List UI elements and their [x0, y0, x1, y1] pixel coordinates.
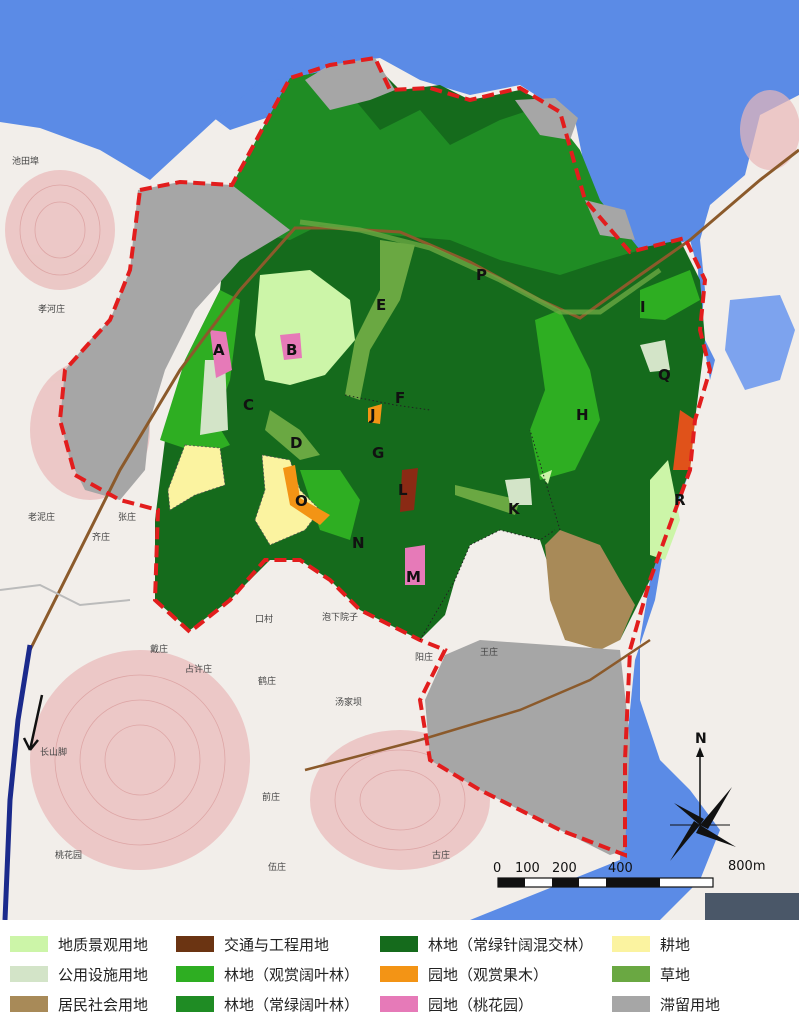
zone-label-n: N: [352, 534, 365, 552]
place-name: 泡下院子: [322, 611, 358, 623]
zone-label-f: F: [395, 389, 405, 407]
scale-label: 200: [552, 861, 577, 876]
zone-label-c: C: [243, 396, 254, 414]
zone-label-l: L: [398, 481, 408, 499]
legend-swatch: [612, 936, 650, 952]
zone-label-g: G: [372, 444, 384, 462]
legend-label: 地质景观用地: [58, 935, 149, 954]
legend-item: 耕地: [612, 932, 690, 956]
zone-label-k: K: [508, 500, 521, 518]
legend-item: 草地: [612, 962, 690, 986]
zone-label-a: A: [213, 341, 225, 359]
legend-swatch: [380, 936, 418, 952]
map-corner-block: [705, 893, 799, 920]
legend-swatch: [176, 936, 214, 952]
zone-label-m: M: [406, 568, 421, 586]
legend-item: 地质景观用地: [10, 932, 148, 956]
zone-label-i: I: [640, 298, 646, 316]
legend-label: 园地（桃花园）: [428, 995, 534, 1014]
legend-label: 林地（常绿针阔混交林）: [428, 935, 594, 954]
zone-label-r: R: [674, 491, 686, 509]
scale-label: 0: [493, 861, 501, 876]
place-name: 孝河庄: [38, 303, 65, 315]
north-label: N: [695, 731, 707, 747]
place-name: 老泥庄: [28, 511, 55, 523]
legend-swatch: [612, 966, 650, 982]
legend-item: 滞留用地: [612, 992, 720, 1016]
place-name: 齐庄: [92, 531, 110, 543]
place-name: 桃花园: [55, 849, 82, 861]
legend-item: 园地（桃花园）: [380, 992, 533, 1016]
legend-label: 草地: [660, 965, 691, 984]
place-name: 占许庄: [185, 663, 212, 675]
legend-label: 园地（观赏果木）: [428, 965, 549, 984]
legend-item: 林地（常绿针阔混交林）: [380, 932, 593, 956]
place-name: 张庄: [118, 511, 136, 523]
legend-label: 居民社会用地: [58, 995, 149, 1014]
zone-label-e: E: [376, 296, 386, 314]
legend-swatch: [10, 996, 48, 1012]
place-name: 戴庄: [150, 643, 168, 655]
legend-item: 公用设施用地: [10, 962, 148, 986]
place-name: 阳庄: [415, 651, 433, 663]
legend-item: 交通与工程用地: [176, 932, 329, 956]
place-name: 古庄: [432, 849, 450, 861]
place-name: 口村: [255, 613, 273, 625]
legend-swatch: [612, 996, 650, 1012]
place-name: 鹤庄: [258, 675, 276, 687]
place-name: 汤家坝: [335, 696, 362, 708]
scale-label: 400: [608, 861, 633, 876]
zone-label-b: B: [286, 341, 297, 359]
legend-swatch: [380, 996, 418, 1012]
zone-label-h: H: [576, 406, 589, 424]
place-name: 前庄: [262, 791, 280, 803]
legend-label: 交通与工程用地: [224, 935, 330, 954]
legend-swatch: [10, 966, 48, 982]
zone-label-q: Q: [658, 366, 671, 384]
scale-label: 100: [515, 861, 540, 876]
legend-swatch: [176, 966, 214, 982]
map-legend: 地质景观用地 公用设施用地 居民社会用地 交通与工程用地 林地（观赏阔叶林） 林…: [0, 920, 799, 1025]
legend-swatch: [176, 996, 214, 1012]
legend-item: 林地（观赏阔叶林）: [176, 962, 359, 986]
place-name: 池田埠: [12, 155, 39, 167]
legend-label: 滞留用地: [660, 995, 721, 1014]
legend-swatch: [380, 966, 418, 982]
land-use-map: A B C D E F G H I J K L M N O P Q R 池田埠 …: [0, 0, 799, 920]
place-name: 伍庄: [268, 861, 286, 873]
legend-label: 林地（常绿阔叶林）: [224, 995, 360, 1014]
zone-label-j: J: [369, 406, 376, 424]
scale-label: 800m: [728, 859, 765, 874]
zone-label-o: O: [295, 492, 308, 510]
place-name: 长山脚: [40, 746, 67, 758]
legend-label: 耕地: [660, 935, 691, 954]
legend-label: 林地（观赏阔叶林）: [224, 965, 360, 984]
legend-label: 公用设施用地: [58, 965, 149, 984]
zone-label-p: P: [476, 266, 487, 284]
zone-label-d: D: [290, 434, 302, 452]
legend-item: 园地（观赏果木）: [380, 962, 548, 986]
legend-item: 居民社会用地: [10, 992, 148, 1016]
place-name: 王庄: [480, 646, 498, 658]
legend-item: 林地（常绿阔叶林）: [176, 992, 359, 1016]
legend-swatch: [10, 936, 48, 952]
